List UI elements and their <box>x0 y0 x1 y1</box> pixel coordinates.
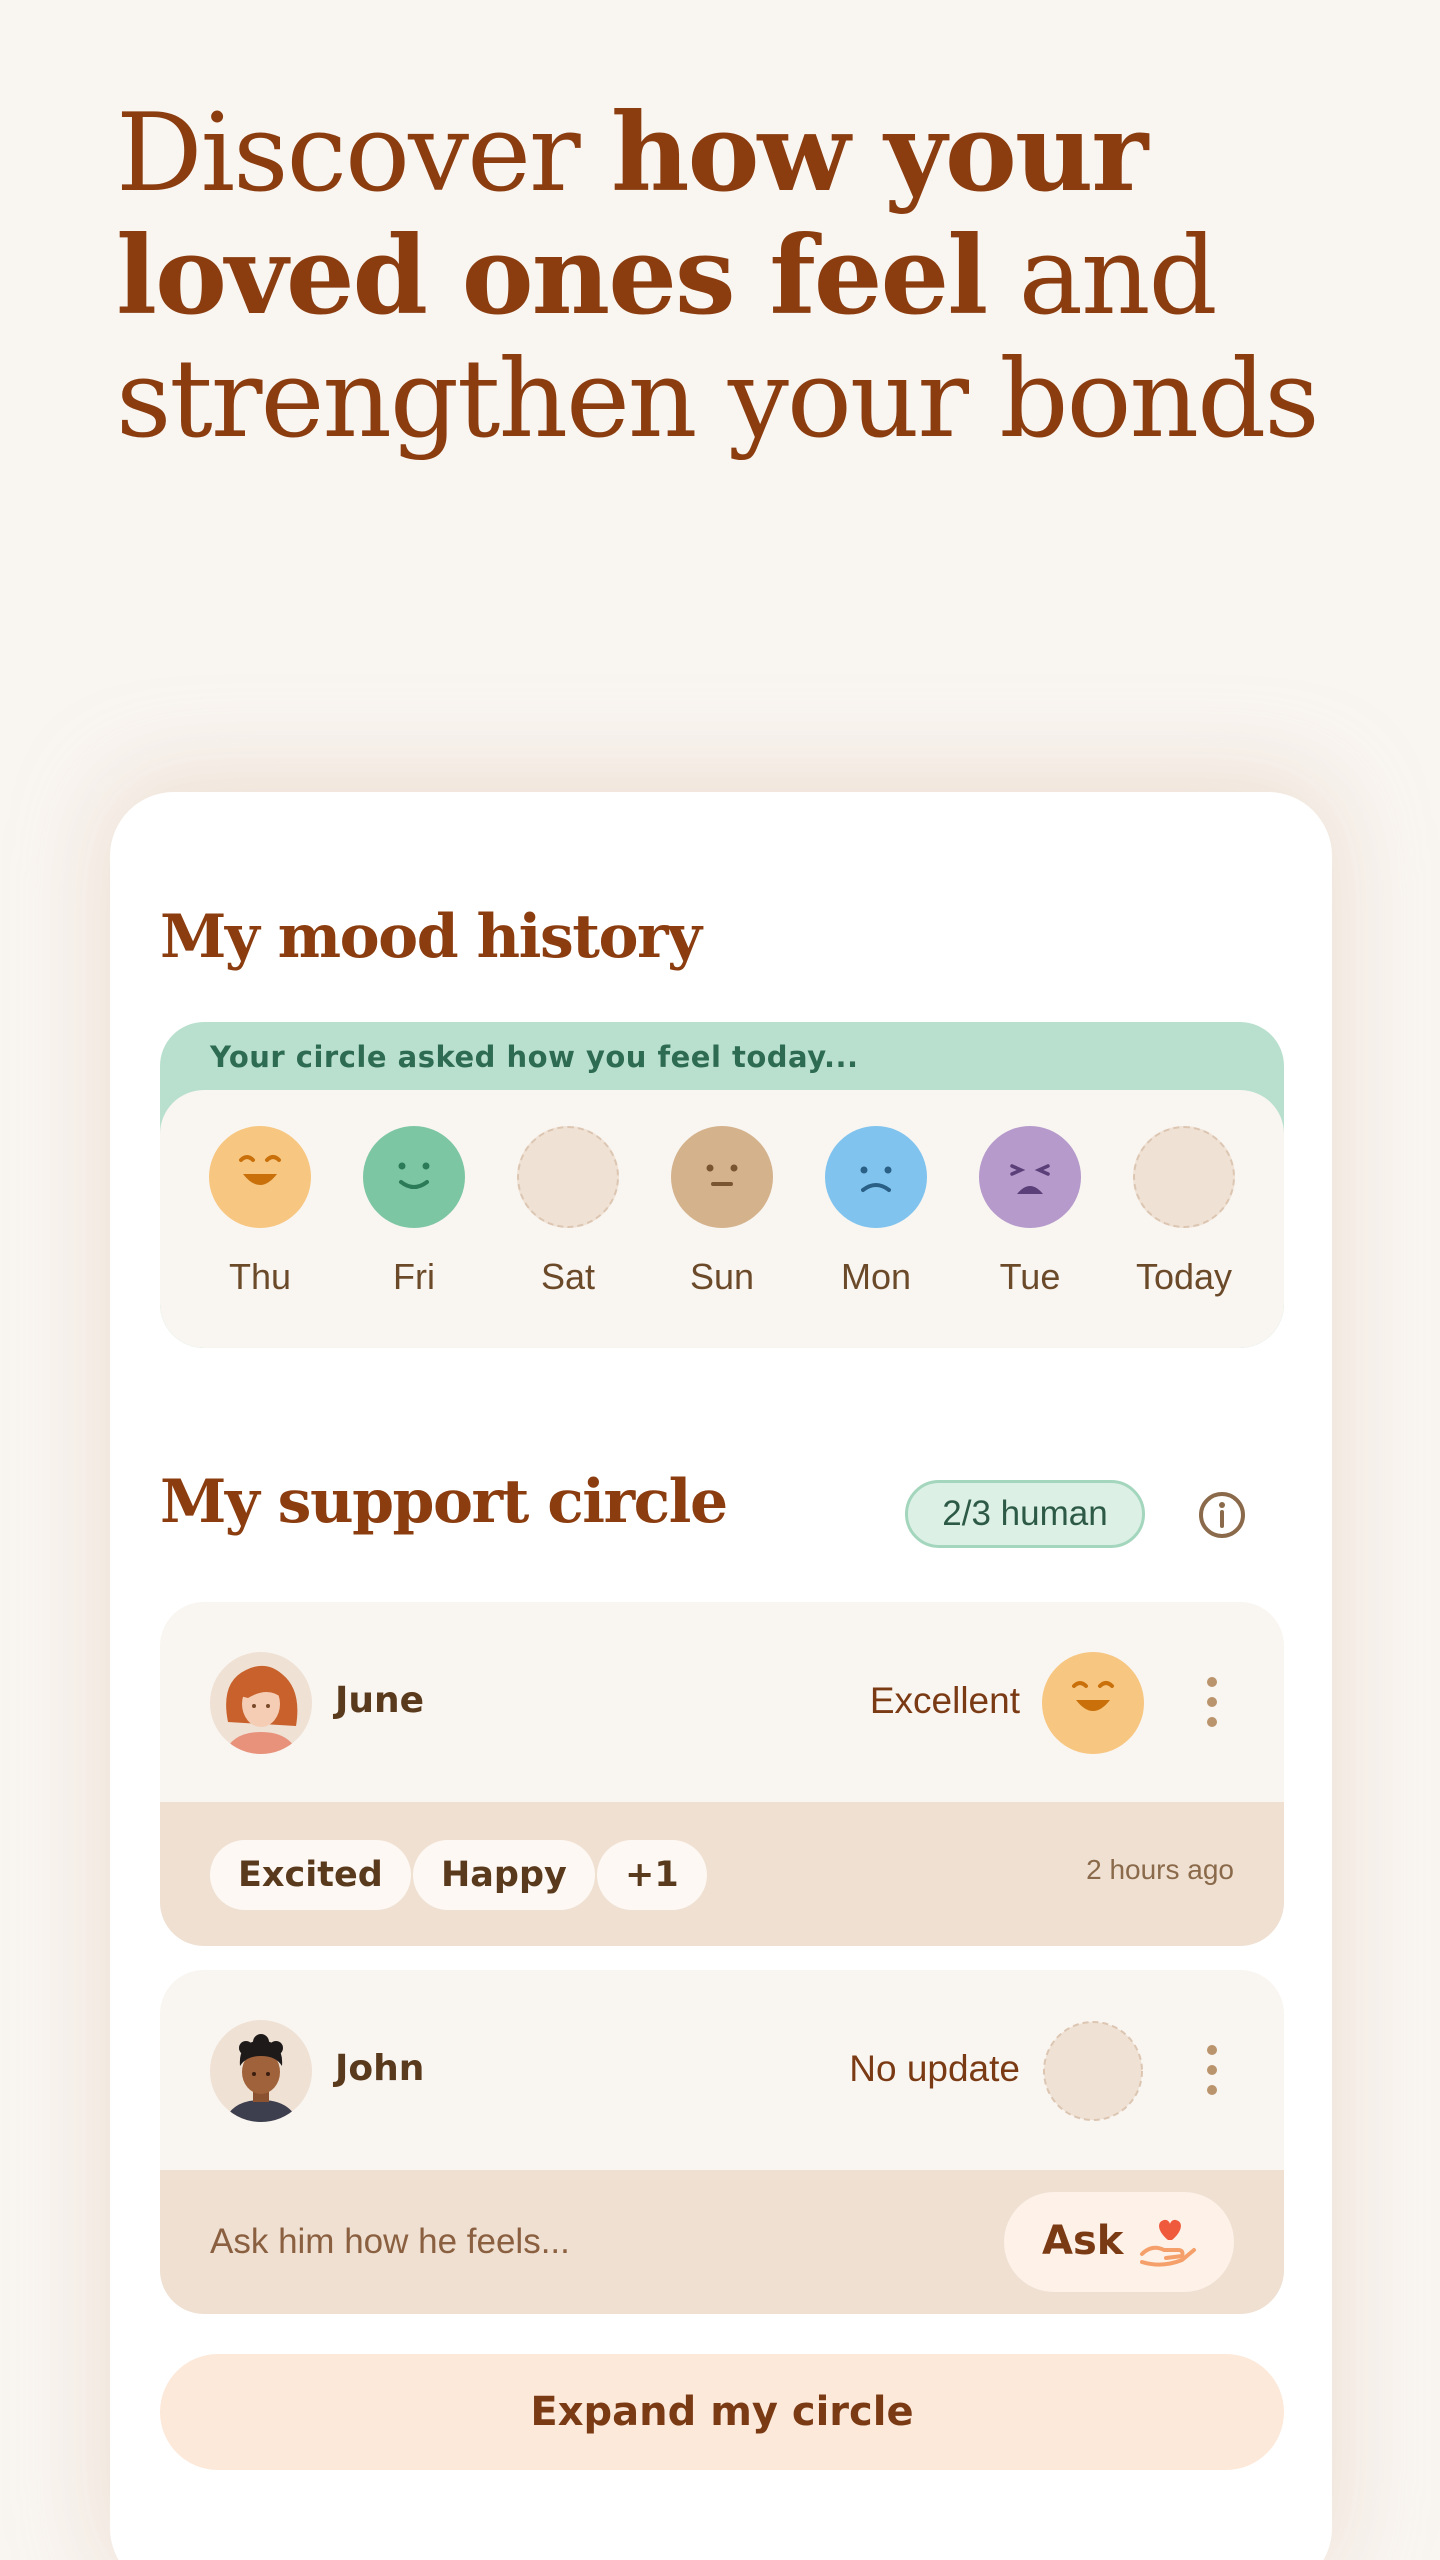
member-name: John <box>335 2048 425 2089</box>
headline: Discover how your loved ones feel and st… <box>116 92 1356 461</box>
day-label: Thu <box>228 1256 292 1297</box>
day-label: Sat <box>540 1256 596 1297</box>
member-footer: Excited Happy +1 2 hours ago <box>160 1802 1284 1946</box>
mood-day-tue[interactable]: Tue <box>965 1126 1095 1298</box>
day-label: Sun <box>689 1256 755 1297</box>
avatar <box>210 1652 312 1754</box>
mood-days-row: Thu Fri Sat Sun Mon Tue Today <box>160 1090 1284 1348</box>
main-card: My mood history Your circle asked how yo… <box>110 792 1332 2560</box>
human-count-badge: 2/3 human <box>905 1480 1145 1548</box>
day-label: Fri <box>393 1256 435 1297</box>
member-status: Excellent <box>869 1680 1020 1721</box>
excellent-face-icon <box>1042 1652 1144 1758</box>
info-icon[interactable] <box>1197 1490 1247 1540</box>
day-label: Tue <box>999 1256 1061 1297</box>
mood-banner[interactable]: Your circle asked how you feel today... <box>210 1040 859 1074</box>
member-footer: Ask him how he feels... Ask <box>160 2170 1284 2314</box>
excellent-face-icon <box>209 1126 311 1228</box>
more-options-icon[interactable] <box>1206 2042 1218 2098</box>
ask-button-label: Ask <box>1042 2218 1124 2264</box>
empty-face-icon <box>1042 2020 1144 2126</box>
mood-day-mon[interactable]: Mon <box>811 1126 941 1298</box>
expand-circle-button[interactable]: Expand my circle <box>160 2354 1284 2470</box>
mood-history-title: My mood history <box>160 902 702 972</box>
day-label: Today <box>1135 1256 1233 1297</box>
headline-part1: Discover <box>116 91 611 216</box>
member-name: June <box>335 1680 425 1721</box>
good-face-icon <box>363 1126 465 1228</box>
circle-member-card[interactable]: John No update Ask him how he feels... A… <box>160 1970 1284 2314</box>
circle-member-card[interactable]: June Excellent Excited Happy +1 2 hours … <box>160 1602 1284 1946</box>
member-header: June Excellent <box>160 1602 1284 1802</box>
mood-day-fri[interactable]: Fri <box>349 1126 479 1298</box>
avatar <box>210 2020 312 2122</box>
ask-prompt-text: Ask him how he feels... <box>210 2222 570 2261</box>
bad-face-icon <box>979 1126 1081 1228</box>
support-circle-title: My support circle <box>160 1467 728 1537</box>
mood-day-sun[interactable]: Sun <box>657 1126 787 1298</box>
heart-hand-icon <box>1140 2219 1196 2267</box>
empty-face-icon <box>1133 1126 1235 1228</box>
mood-day-today[interactable]: Today <box>1119 1126 1249 1298</box>
member-header: John No update <box>160 1970 1284 2170</box>
ask-button[interactable]: Ask <box>1004 2192 1234 2292</box>
day-label: Mon <box>840 1256 912 1297</box>
more-options-icon[interactable] <box>1206 1674 1218 1730</box>
empty-face-icon <box>517 1126 619 1228</box>
update-timestamp: 2 hours ago <box>1086 1854 1234 1885</box>
sad-face-icon <box>825 1126 927 1228</box>
emotion-tag: Excited <box>210 1840 411 1910</box>
mood-day-thu[interactable]: Thu <box>195 1126 325 1298</box>
mood-history-panel: Your circle asked how you feel today... … <box>160 1022 1284 1348</box>
neutral-face-icon <box>671 1126 773 1228</box>
emotion-tag: Happy <box>413 1840 595 1910</box>
mood-day-sat[interactable]: Sat <box>503 1126 633 1298</box>
more-tags-chip[interactable]: +1 <box>597 1840 707 1910</box>
member-status: No update <box>849 2048 1020 2089</box>
